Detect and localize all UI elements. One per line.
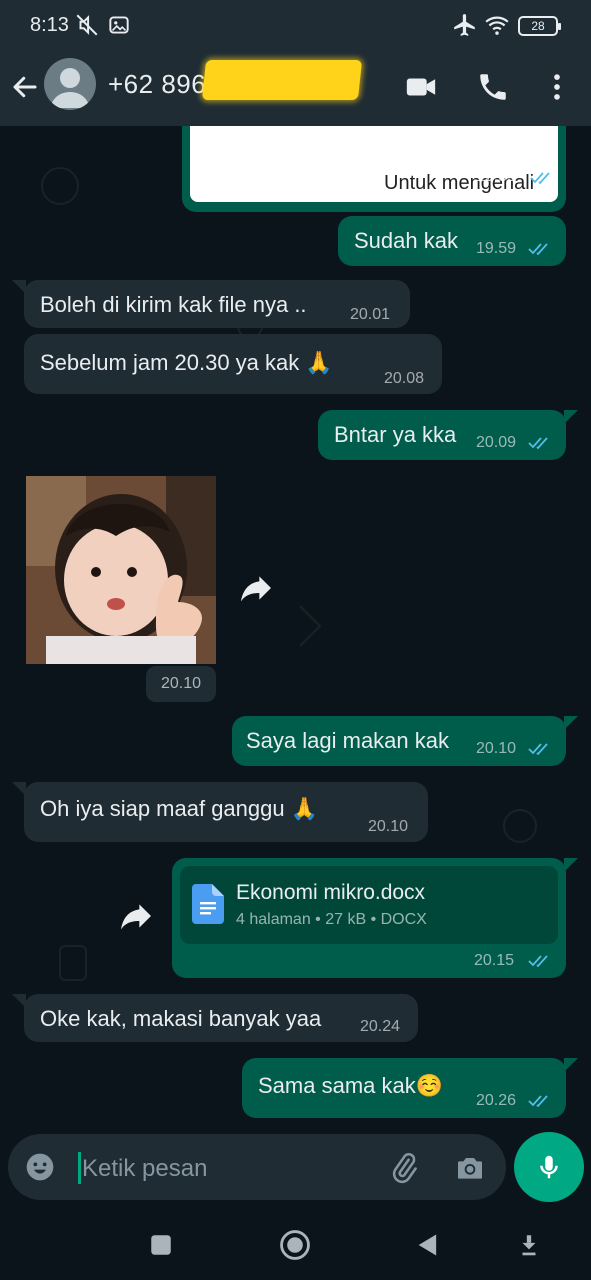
document-card[interactable]: Ekonomi mikro.docx 4 halaman • 27 kB • D…	[180, 866, 558, 944]
message-time: 20.10	[368, 818, 409, 835]
chat-header: +62 896	[0, 52, 591, 126]
message-text: Sama sama kak☺️	[258, 1073, 444, 1098]
contact-name[interactable]: +62 896	[108, 69, 206, 100]
docx-file-icon	[192, 884, 224, 924]
text-cursor	[78, 1152, 81, 1184]
compose-bar: Ketik pesan	[0, 1132, 591, 1202]
video-call-icon[interactable]	[404, 70, 438, 104]
redaction-mark	[201, 60, 363, 100]
home-circle-icon[interactable]	[278, 1228, 312, 1262]
read-ticks-icon	[528, 955, 548, 968]
read-ticks-icon	[528, 243, 548, 256]
bubble-tail	[564, 1058, 578, 1072]
message-text: Oh iya siap maaf ganggu 🙏	[40, 796, 319, 821]
forward-icon[interactable]	[116, 896, 156, 936]
message-text: Oke kak, makasi banyak yaa	[40, 1006, 322, 1031]
message-bubble-outgoing[interactable]: Untuk mengenali 19.59	[182, 126, 566, 212]
avatar[interactable]	[44, 58, 96, 110]
battery-icon: 28	[518, 16, 561, 36]
read-ticks-icon	[530, 172, 550, 185]
message-time: 19.59	[476, 168, 517, 185]
emoji-icon[interactable]	[24, 1151, 56, 1183]
recents-square-icon[interactable]	[148, 1232, 174, 1258]
document-message[interactable]: Ekonomi mikro.docx 4 halaman • 27 kB • D…	[172, 858, 566, 978]
airplane-icon	[454, 14, 475, 36]
message-text: Sebelum jam 20.30 ya kak 🙏	[40, 350, 333, 375]
read-ticks-icon	[528, 1095, 548, 1108]
forward-icon[interactable]	[236, 568, 276, 608]
message-time: 20.24	[360, 1018, 401, 1035]
bubble-tail	[564, 410, 578, 424]
message-text: Sudah kak	[354, 228, 458, 253]
system-nav-bar	[0, 1202, 591, 1280]
document-file-meta: 4 halaman • 27 kB • DOCX	[236, 911, 427, 928]
message-bubble-outgoing[interactable]: Saya lagi makan kak 20.10	[232, 716, 566, 766]
nav-menu-icon[interactable]	[516, 1232, 542, 1258]
camera-icon[interactable]	[454, 1152, 486, 1184]
status-time: 8:13	[30, 14, 69, 36]
voice-record-button[interactable]	[514, 1132, 584, 1202]
mic-icon	[540, 1155, 558, 1179]
message-bubble-incoming[interactable]: Oke kak, makasi banyak yaa 20.24	[24, 994, 418, 1042]
wifi-icon	[485, 16, 509, 35]
message-list[interactable]: Untuk mengenali 19.59 Sudah kak 19.59 Bo…	[0, 126, 591, 1132]
message-time: 20.08	[384, 370, 425, 387]
back-triangle-icon[interactable]	[414, 1230, 442, 1260]
message-bubble-incoming[interactable]: Oh iya siap maaf ganggu 🙏 20.10	[24, 782, 428, 842]
sticker-time: 20.10	[146, 666, 216, 702]
sticker-image[interactable]	[26, 476, 216, 664]
bubble-tail	[564, 716, 578, 730]
bubble-tail	[564, 858, 578, 872]
message-bubble-incoming[interactable]: Boleh di kirim kak file nya .. 20.01	[24, 280, 410, 328]
message-time: 20.15	[474, 952, 515, 969]
message-bubble-outgoing[interactable]: Bntar ya kka 20.09	[318, 410, 566, 460]
read-ticks-icon	[528, 437, 548, 450]
message-text: Saya lagi makan kak	[246, 728, 449, 753]
message-text: Bntar ya kka	[334, 422, 457, 447]
message-time: 20.01	[350, 306, 391, 323]
mute-icon	[76, 14, 98, 36]
voice-call-icon[interactable]	[476, 70, 510, 104]
attach-icon[interactable]	[388, 1152, 420, 1184]
message-text: Boleh di kirim kak file nya ..	[40, 292, 307, 317]
message-bubble-outgoing[interactable]: Sudah kak 19.59	[338, 216, 566, 266]
message-bubble-outgoing[interactable]: Sama sama kak☺️ 20.26	[242, 1058, 566, 1118]
document-file-name: Ekonomi mikro.docx	[236, 881, 426, 904]
gallery-notification-icon	[109, 16, 129, 34]
read-ticks-icon	[528, 743, 548, 756]
message-time: 20.26	[476, 1092, 517, 1109]
status-bar: 8:13 28	[0, 0, 591, 52]
message-input-placeholder: Ketik pesan	[82, 1155, 208, 1182]
message-input[interactable]: Ketik pesan	[8, 1134, 506, 1200]
message-time: 19.59	[476, 240, 517, 257]
message-time: 20.09	[476, 434, 517, 451]
message-bubble-incoming[interactable]: Sebelum jam 20.30 ya kak 🙏 20.08	[24, 334, 442, 394]
more-vertical-icon[interactable]	[540, 70, 574, 104]
back-arrow-icon[interactable]	[10, 72, 40, 102]
message-time: 20.10	[476, 740, 517, 757]
image-preview[interactable]: Untuk mengenali 19.59	[190, 126, 558, 202]
avatar-icon	[50, 68, 90, 108]
